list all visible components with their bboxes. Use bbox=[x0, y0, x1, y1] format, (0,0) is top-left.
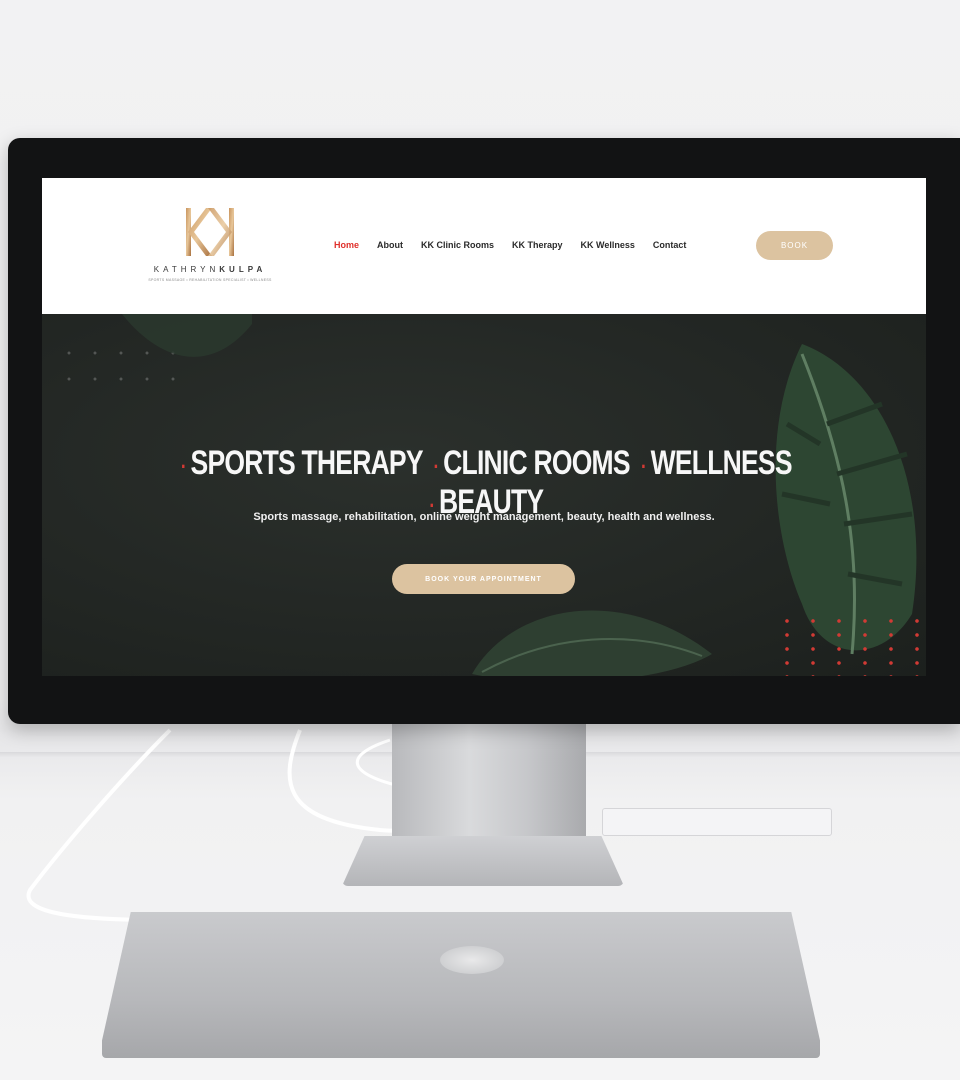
nav-item-contact[interactable]: Contact bbox=[653, 240, 687, 250]
book-button[interactable]: BOOK bbox=[756, 231, 833, 260]
nav-item-about[interactable]: About bbox=[377, 240, 403, 250]
apple-logo-icon bbox=[440, 946, 504, 974]
hero-title-part-2: CLINIC ROOMS bbox=[443, 444, 630, 482]
monitor-stand-foot bbox=[342, 836, 624, 886]
logo-wordmark[interactable]: KATHRYNKULPA bbox=[130, 265, 290, 274]
kk-logo-icon[interactable] bbox=[178, 208, 242, 258]
hero-title-part-1: SPORTS THERAPY bbox=[190, 444, 424, 482]
bottom-leaf-decoration bbox=[472, 610, 712, 676]
logo-name-bold: KULPA bbox=[219, 265, 267, 274]
keyboard-device bbox=[602, 808, 832, 836]
title-separator: · bbox=[641, 454, 647, 479]
nav-item-kk-therapy[interactable]: KK Therapy bbox=[512, 240, 563, 250]
monitor-screen: KATHRYNKULPA SPORTS MASSAGE • REHABILITA… bbox=[42, 178, 926, 676]
nav-item-kk-wellness[interactable]: KK Wellness bbox=[581, 240, 635, 250]
red-dot-pattern-decoration bbox=[774, 614, 924, 676]
hero-subtitle: Sports massage, rehabilitation, online w… bbox=[253, 511, 715, 523]
title-separator: · bbox=[180, 454, 187, 479]
title-separator: · bbox=[433, 454, 440, 479]
nav-item-home[interactable]: Home bbox=[334, 240, 359, 250]
main-nav: Home About KK Clinic Rooms KK Therapy KK… bbox=[334, 240, 686, 250]
closed-laptop bbox=[102, 912, 820, 1058]
site-header: KATHRYNKULPA SPORTS MASSAGE • REHABILITA… bbox=[42, 178, 926, 314]
hero-section: · SPORTS THERAPY · CLINIC ROOMS · WELLNESS … bbox=[42, 314, 926, 676]
hero-title-part-3: WELLNESS bbox=[650, 444, 793, 482]
logo-name-light: KATHRYN bbox=[153, 265, 220, 274]
logo-tagline: SPORTS MASSAGE • REHABILITATION SPECIALI… bbox=[148, 278, 272, 282]
book-appointment-button[interactable]: BOOK YOUR APPOINTMENT bbox=[392, 564, 575, 594]
nav-item-kk-clinic-rooms[interactable]: KK Clinic Rooms bbox=[421, 240, 494, 250]
top-leaf-decoration bbox=[122, 314, 252, 357]
